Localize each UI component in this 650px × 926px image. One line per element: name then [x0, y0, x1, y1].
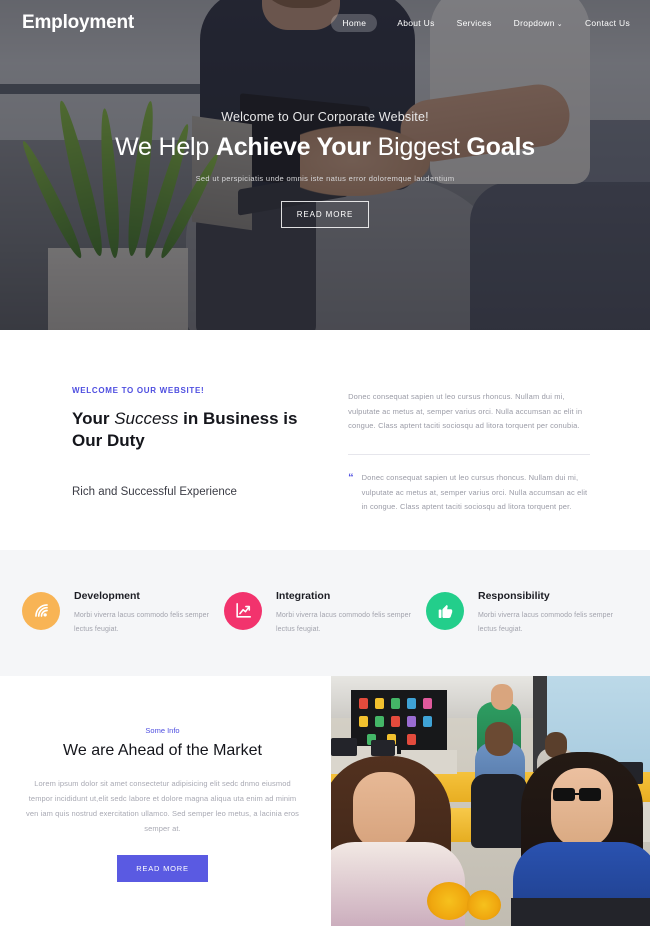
office-photo-left-gutter [325, 676, 331, 926]
about-left-column: WELCOME TO OUR WEBSITE! Your Success in … [72, 386, 300, 550]
office-board-icon [407, 716, 416, 727]
service-text: Morbi viverra lacus commodo felis semper… [276, 611, 412, 633]
office-board-icon [423, 698, 432, 709]
about-quote-text: Donec consequat sapien ut leo cursus rho… [361, 472, 588, 512]
office-chair [471, 774, 527, 848]
service-body: Integration Morbi viverra lacus commodo … [276, 590, 426, 636]
service-body: Responsibility Morbi viverra lacus commo… [478, 590, 628, 636]
service-text: Morbi viverra lacus commodo felis semper… [74, 611, 210, 633]
office-monitor [331, 738, 357, 756]
about-paragraph: Donec consequat sapien ut leo cursus rho… [348, 392, 583, 431]
hero-title-part4: Goals [466, 133, 535, 161]
office-board-icon [407, 734, 416, 745]
service-title: Responsibility [478, 589, 550, 602]
about-section: WELCOME TO OUR WEBSITE! Your Success in … [0, 330, 650, 550]
service-card-development[interactable]: Development Morbi viverra lacus commodo … [22, 590, 224, 636]
office-sunflower [467, 890, 501, 920]
office-board-icon [375, 698, 384, 709]
market-paragraph: Lorem ipsum dolor sit amet consectetur a… [25, 779, 300, 833]
market-heading: We are Ahead of the Market [63, 742, 262, 759]
service-card-integration[interactable]: Integration Morbi viverra lacus commodo … [224, 590, 426, 636]
nav-item-services[interactable]: Services [455, 14, 494, 32]
service-card-responsibility[interactable]: Responsibility Morbi viverra lacus commo… [426, 590, 628, 636]
top-navigation-bar: Employment Home About Us Services Dropdo… [0, 0, 650, 45]
hero-subtitle: Sed ut perspiciatis unde omnis iste natu… [195, 174, 455, 183]
thumbs-up-icon [426, 591, 464, 630]
about-subheading: Rich and Successful Experience [72, 485, 237, 498]
about-heading-emphasis: Success [114, 409, 179, 428]
office-sunflower [427, 882, 471, 920]
office-person-standing-head [491, 684, 513, 710]
nav-item-home[interactable]: Home [331, 13, 378, 32]
hero-read-more-button[interactable]: READ MORE [280, 201, 370, 228]
market-text-column: Some Info We are Ahead of the Market Lor… [0, 676, 325, 926]
nav-dropdown-label: Dropdown [513, 17, 555, 28]
service-title: Integration [276, 589, 331, 602]
hero-title-part1: We Help [115, 133, 216, 161]
office-board-icon [359, 716, 368, 727]
office-board-icon [391, 698, 400, 709]
hero-title-part2: Achieve Your [215, 133, 371, 161]
about-eyebrow: WELCOME TO OUR WEBSITE! [72, 386, 205, 395]
office-glasses-lens-right [579, 788, 601, 801]
hero-welcome-text: Welcome to Our Corporate Website! [221, 110, 429, 124]
quote-icon: “ [348, 471, 354, 484]
office-board-icon [407, 698, 416, 709]
office-board-icon [423, 716, 432, 727]
chevron-down-icon: ⌄ [556, 20, 563, 28]
main-nav: Home About Us Services Dropdown ⌄ Contact… [331, 13, 632, 32]
about-heading-part1: Your [72, 409, 115, 428]
hero-title-part3: Biggest [370, 133, 467, 161]
about-divider [348, 453, 590, 455]
hero-section: Employment Home About Us Services Dropdo… [0, 0, 650, 330]
office-monitor [371, 740, 395, 756]
signal-icon [22, 591, 60, 630]
service-title: Development [74, 589, 140, 602]
service-body: Development Morbi viverra lacus commodo … [74, 590, 224, 636]
office-foreground-monitor [511, 898, 650, 926]
services-section: Development Morbi viverra lacus commodo … [0, 550, 650, 676]
about-right-column: Donec consequat sapien ut leo cursus rho… [348, 386, 590, 550]
about-heading: Your Success in Business is Our Duty [72, 408, 300, 452]
service-text: Morbi viverra lacus commodo felis semper… [478, 611, 614, 633]
office-woman-left-face [353, 772, 415, 850]
office-board-icon [391, 716, 400, 727]
office-glasses-lens-left [553, 788, 575, 801]
office-board-icon [375, 716, 384, 727]
market-section: Some Info We are Ahead of the Market Lor… [0, 676, 650, 926]
nav-item-contact-us[interactable]: Contact Us [583, 14, 632, 32]
office-woman-right-face [551, 768, 613, 848]
market-eyebrow: Some Info [145, 726, 180, 735]
office-glasses-bridge [575, 793, 579, 795]
nav-item-about-us[interactable]: About Us [395, 14, 436, 32]
office-board-icon [359, 698, 368, 709]
chart-line-icon [224, 591, 262, 630]
hero-title: We Help Achieve Your Biggest Goals [0, 133, 650, 162]
hero-content: Welcome to Our Corporate Website! We Hel… [0, 110, 650, 228]
nav-item-dropdown[interactable]: Dropdown ⌄ [512, 14, 565, 32]
site-logo[interactable]: Employment [22, 12, 134, 34]
market-image [325, 676, 650, 926]
office-person-seated-mid-head [485, 722, 513, 756]
market-read-more-button[interactable]: READ MORE [117, 855, 208, 882]
office-wall-board [351, 690, 447, 754]
page-root: Employment Home About Us Services Dropdo… [0, 0, 650, 926]
about-blockquote: “ Donec consequat sapien ut leo cursus r… [348, 471, 590, 515]
